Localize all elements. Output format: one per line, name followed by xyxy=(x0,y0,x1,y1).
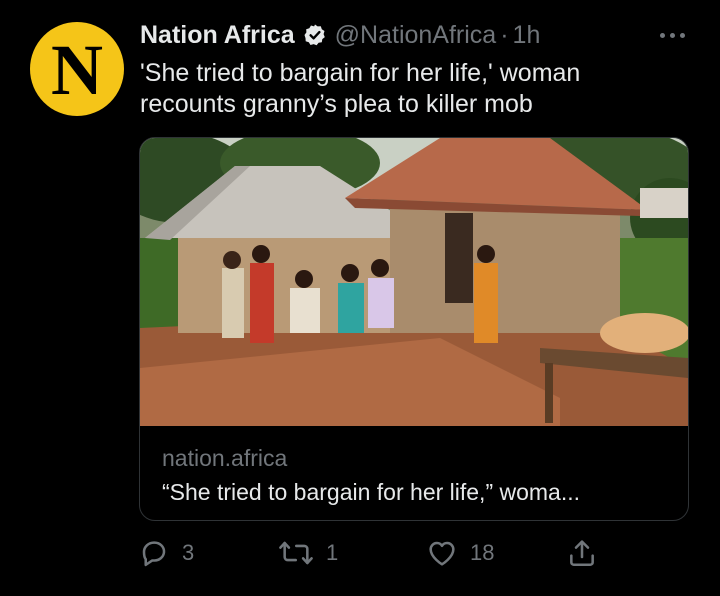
more-dot xyxy=(669,32,675,38)
like-count: 18 xyxy=(470,540,495,565)
tweet-timestamp[interactable]: 1h xyxy=(513,20,541,50)
verified-badge-icon xyxy=(303,23,327,47)
share-button[interactable] xyxy=(566,537,598,569)
reply-button[interactable]: 3 xyxy=(138,537,194,569)
more-horizontal-icon[interactable] xyxy=(652,24,692,46)
header-separator: · xyxy=(500,21,509,49)
tweet-actions: 3 1 18 xyxy=(0,537,720,569)
reply-icon xyxy=(138,537,170,569)
like-button[interactable]: 18 xyxy=(426,537,494,569)
retweet-button[interactable]: 1 xyxy=(278,537,338,569)
card-image[interactable] xyxy=(140,138,688,426)
link-card[interactable]: nation.africa “She tried to bargain for … xyxy=(139,137,689,521)
tweet-text: 'She tried to bargain for her life,' wom… xyxy=(140,59,581,118)
more-dot xyxy=(679,32,685,38)
avatar[interactable]: N xyxy=(30,22,124,116)
retweet-count: 1 xyxy=(326,540,339,565)
retweet-icon xyxy=(278,537,314,569)
heart-icon xyxy=(426,537,458,569)
card-domain: nation.africa xyxy=(162,445,288,471)
reply-count: 3 xyxy=(182,540,195,565)
share-icon xyxy=(566,537,598,569)
avatar-letter: N xyxy=(51,30,103,110)
user-handle[interactable]: @NationAfrica xyxy=(335,20,497,50)
display-name[interactable]: Nation Africa xyxy=(140,20,295,50)
tweet-header: Nation Africa @NationAfrica · 1h xyxy=(140,20,540,50)
card-title: “She tried to bargain for her life,” wom… xyxy=(162,479,581,505)
more-dot xyxy=(659,32,665,38)
